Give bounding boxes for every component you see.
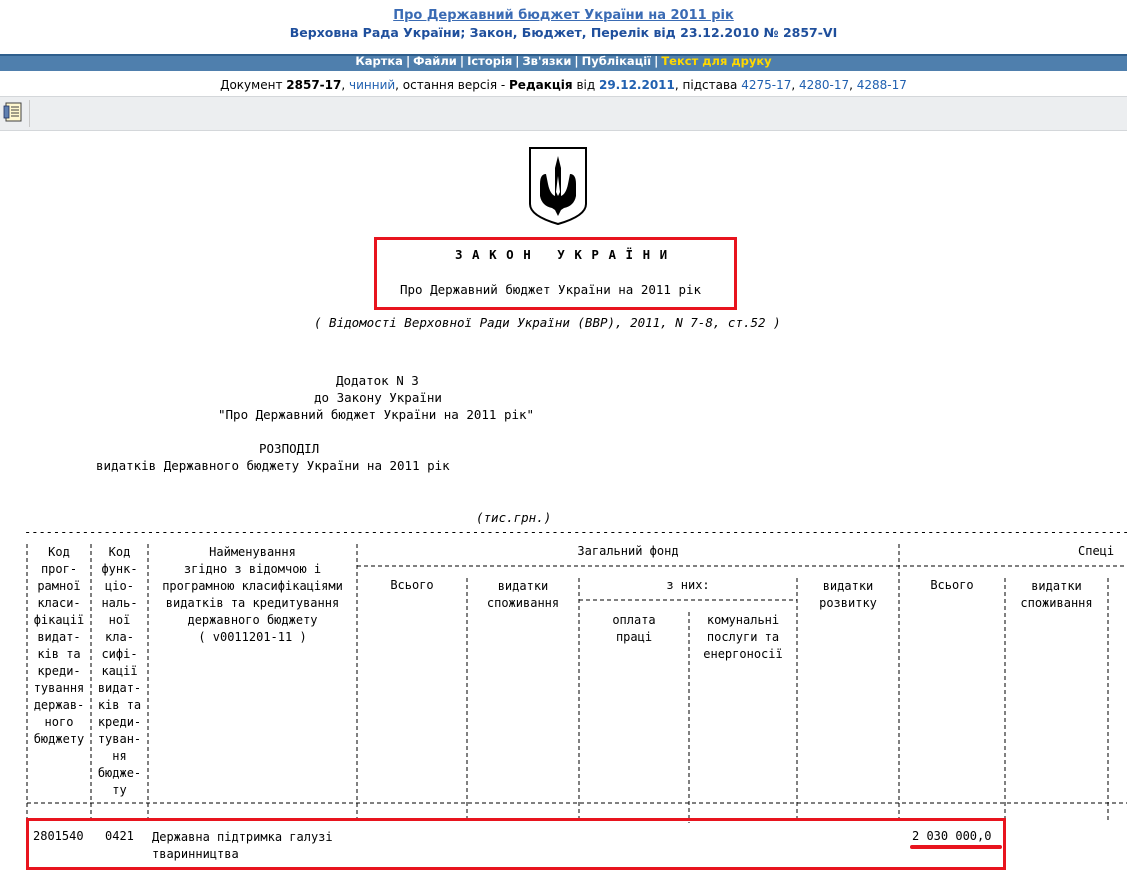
col-header-development: видатки розвитку: [819, 579, 877, 610]
table-top-border: ----------------------------------------…: [24, 525, 1127, 539]
nav-item-links[interactable]: Зв'язки: [523, 54, 572, 68]
nav-item-files[interactable]: Файли: [413, 54, 457, 68]
document-subtitle: Верховна Рада України; Закон, Бюджет, Пе…: [289, 25, 838, 40]
appendix-law-name: "Про Державний бюджет України на 2011 рі…: [218, 407, 535, 422]
document-icon: [3, 102, 22, 122]
document-number: 2857-17: [286, 78, 342, 92]
col-header-general-consumption: видатки споживання: [486, 579, 560, 610]
col-header-function-code: Код функ-ціо-наль-ної кла-сифі-кації видат-…: [97, 545, 142, 797]
col-header-utilities: комунальні послуги та енергоносії: [703, 613, 783, 661]
col-header-special-consumption: видатки споживання: [1020, 579, 1093, 610]
special-total-underline: [910, 845, 1002, 849]
toolbar: [0, 96, 1127, 131]
ukraine-emblem-icon: [529, 147, 587, 226]
basis-link-1[interactable]: 4275-17: [741, 78, 791, 92]
col-header-wages: оплата праці: [612, 613, 656, 644]
rozpodil-heading: РОЗПОДІЛ: [259, 441, 320, 456]
redaction-date: 29.12.2011: [598, 78, 675, 92]
col-header-general-fund: Загальний фонд: [577, 544, 679, 558]
col-header-of-which: з них:: [666, 578, 710, 592]
document-title-link[interactable]: Про Державний бюджет України на 2011 рік: [393, 8, 734, 23]
law-heading: З А К О Н У К Р А Ї Н И: [455, 247, 669, 262]
document-view-button[interactable]: [2, 100, 30, 127]
nav-item-print-text[interactable]: Текст для друку: [661, 54, 771, 68]
rozpodil-subtitle: видатків Державного бюджету України на 2…: [96, 458, 450, 473]
appendix-to-law: до Закону України: [314, 390, 442, 405]
row-special-total: 2 030 000,0: [912, 829, 992, 843]
row-name: Державна підтримка галузі тваринництва: [152, 830, 333, 861]
law-source: ( Відомості Верховної Ради України (ВВР)…: [314, 315, 781, 330]
row-program-code: 2801540: [33, 829, 84, 843]
nav-item-history[interactable]: Історія: [467, 54, 512, 68]
law-title: Про Державний бюджет України на 2011 рік: [400, 282, 702, 297]
col-header-program-code: Код прог-рамної класи-фікації видат-ків та к…: [33, 545, 85, 746]
nav-links: Картка | Файли | Історія | Зв'язки | Публікації |…: [355, 54, 772, 68]
nav-item-publications[interactable]: Публікації: [582, 54, 652, 68]
basis-link-2[interactable]: 4280-17: [799, 78, 849, 92]
col-header-special-fund: Спеці: [1078, 544, 1115, 558]
row-function-code: 0421: [105, 829, 134, 843]
document-info-line: Документ 2857-17, чинний, остання версія…: [220, 78, 907, 92]
col-header-name: Найменування згідно з відомчою і програмно…: [162, 545, 343, 644]
units-label: (тис.грн.): [476, 510, 552, 525]
col-header-special-total: Всього: [930, 578, 974, 592]
redaction-label: Редакція: [509, 78, 573, 92]
appendix-number: Додаток N 3: [336, 373, 419, 388]
page-header: Про Державний бюджет України на 2011 рік…: [0, 8, 1127, 40]
nav-item-card[interactable]: Картка: [355, 54, 403, 68]
basis-link-3[interactable]: 4288-17: [857, 78, 907, 92]
col-header-general-total: Всього: [390, 578, 434, 592]
document-status-link[interactable]: чинний: [349, 78, 395, 92]
